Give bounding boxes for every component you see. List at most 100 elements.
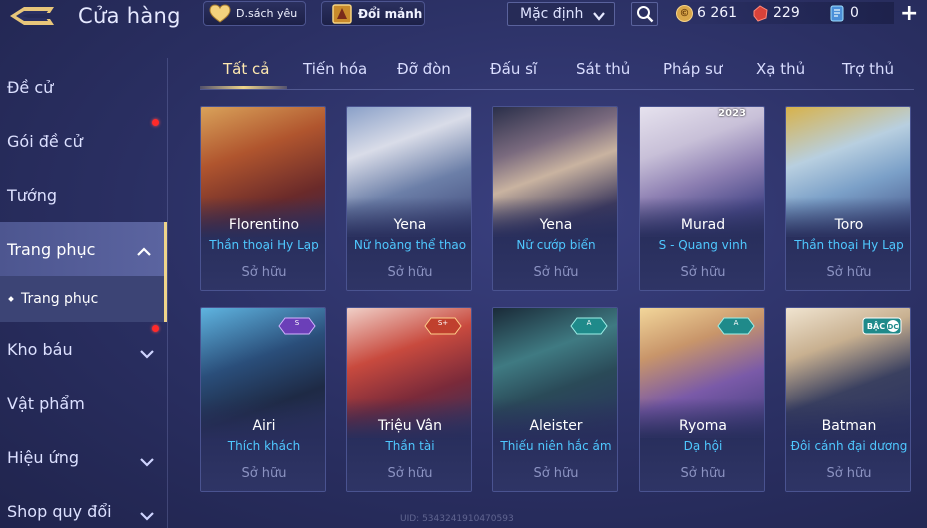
skin-card[interactable]: A Aleister Thiếu niên hắc ám Sở hữu	[492, 307, 618, 492]
tab-mage[interactable]: Pháp sư	[663, 60, 722, 78]
fragment-exchange-button[interactable]: Đổi mảnh	[321, 1, 425, 26]
tab-tank[interactable]: Đỡ đòn	[397, 60, 451, 78]
chevron-down-icon	[593, 9, 605, 25]
back-arrow-icon	[10, 7, 54, 25]
sidebar-item-label: Đề cử	[7, 77, 54, 97]
skin-card[interactable]: Toro Thần thoại Hy Lạp Sở hữu	[785, 106, 911, 291]
sidebar-item-effects[interactable]: Hiệu ứng	[0, 430, 167, 484]
skin-name: Nữ cướp biển	[516, 238, 596, 252]
year-badge: 2023	[718, 108, 746, 119]
chevron-down-icon	[140, 452, 154, 471]
sidebar-item-recommended[interactable]: Đề cử	[0, 60, 167, 114]
gold-coin-icon: ©	[676, 4, 693, 22]
hero-name: Murad	[680, 217, 726, 233]
owned-status: Sở hữu	[680, 265, 726, 280]
ruby-value: 229	[773, 5, 800, 21]
owned-status: Sở hữu	[826, 466, 872, 481]
sidebar-item-exchange-shop[interactable]: Shop quy đổi	[0, 484, 167, 528]
svg-text:BẬC: BẬC	[867, 321, 885, 331]
hero-name: Toro	[834, 217, 864, 233]
tier-badge: A	[570, 317, 608, 335]
skin-name: Thần thoại Hy Lạp	[794, 238, 904, 252]
sidebar-item-label: Trang phục	[7, 239, 96, 259]
sidebar-item-items[interactable]: Vật phẩm	[0, 376, 167, 430]
tier-badge: S	[278, 317, 316, 335]
tab-assassin[interactable]: Sát thủ	[576, 60, 630, 78]
sidebar-item-label: Hiệu ứng	[7, 447, 79, 467]
svg-text:A: A	[587, 319, 592, 327]
skin-name: Đôi cánh đại dương	[790, 439, 908, 453]
chevron-up-icon	[137, 242, 151, 261]
hero-name: Florentino	[228, 217, 300, 233]
skin-card[interactable]: S+ Triệu Vân Thần tài Sở hữu	[346, 307, 472, 492]
svg-text:S: S	[295, 319, 300, 327]
owned-status: Sở hữu	[241, 265, 287, 280]
skin-name: Nữ hoàng thể thao	[353, 238, 467, 252]
tier-badge: A	[717, 317, 755, 335]
tab-evolution[interactable]: Tiến hóa	[303, 60, 367, 78]
chevron-down-icon	[140, 506, 154, 525]
sidebar-subitem-label: Trang phục	[21, 291, 99, 307]
sidebar-item-label: Shop quy đổi	[7, 501, 112, 521]
sidebar-item-label: Gói đề cử	[7, 131, 83, 151]
svg-text:DC: DC	[888, 323, 899, 331]
sidebar-item-label: Kho báu	[7, 339, 73, 359]
owned-status: Sở hữu	[241, 466, 287, 481]
hero-name: Yena	[539, 217, 573, 233]
ruby-icon	[752, 4, 769, 22]
sort-value: Mặc định	[520, 6, 584, 22]
tab-marksman[interactable]: Xạ thủ	[756, 60, 805, 78]
skin-card[interactable]: A Ryoma Dạ hội Sở hữu	[639, 307, 765, 492]
ruby-currency: 229	[752, 2, 800, 24]
skin-card[interactable]: Yena Nữ hoàng thể thao Sở hữu	[346, 106, 472, 291]
wishlist-label: D.sách yêu	[236, 7, 298, 20]
search-button[interactable]	[631, 2, 658, 26]
user-id-watermark: UID: 5343241910470593	[400, 514, 514, 524]
owned-status: Sở hữu	[387, 466, 433, 481]
chevron-down-icon	[140, 344, 154, 363]
skin-card[interactable]: BẬC DC Batman Đôi cánh đại dương Sở hữu	[785, 307, 911, 492]
svg-text:S+: S+	[438, 319, 448, 327]
top-bar: Cửa hàng D.sách yêu Đổi mảnh Mặc định © …	[0, 0, 927, 30]
voucher-value: 0	[850, 5, 859, 21]
tab-all[interactable]: Tất cả	[223, 60, 269, 78]
sidebar-divider	[167, 58, 168, 528]
notification-dot	[152, 119, 159, 126]
heart-icon	[208, 3, 232, 25]
gold-currency: © 6 261	[676, 2, 737, 24]
skin-name: S - Quang vinh	[658, 238, 748, 252]
tab-fighter[interactable]: Đấu sĩ	[490, 60, 537, 78]
hero-name: Ryoma	[678, 418, 728, 434]
sidebar-item-bundles[interactable]: Gói đề cử	[0, 114, 167, 168]
fragment-icon	[330, 3, 354, 25]
sidebar-subitem-skins[interactable]: Trang phục	[0, 276, 167, 322]
skin-name: Dạ hội	[683, 439, 723, 453]
active-tab-indicator	[200, 86, 287, 89]
add-currency-button[interactable]: +	[900, 1, 918, 26]
back-button[interactable]	[8, 4, 58, 28]
hero-name: Aleister	[529, 418, 583, 434]
hero-name: Yena	[393, 217, 427, 233]
sidebar-item-heroes[interactable]: Tướng	[0, 168, 167, 222]
skin-name: Thần thoại Hy Lạp	[209, 238, 319, 252]
owned-status: Sở hữu	[533, 265, 579, 280]
hero-name: Airi	[252, 418, 276, 434]
tab-support[interactable]: Trợ thủ	[842, 60, 894, 78]
sidebar-item-treasure[interactable]: Kho báu	[0, 322, 167, 376]
skin-card[interactable]: Florentino Thần thoại Hy Lạp Sở hữu	[200, 106, 326, 291]
hero-name: Triệu Vân	[377, 418, 443, 434]
sidebar-item-skins[interactable]: Trang phục	[0, 222, 167, 276]
sort-dropdown[interactable]: Mặc định	[507, 2, 615, 26]
tier-badge: S+	[424, 317, 462, 335]
skin-name: Thiếu niên hắc ám	[500, 439, 612, 453]
wishlist-button[interactable]: D.sách yêu	[203, 1, 306, 26]
voucher-currency: 0	[829, 2, 859, 24]
skin-card[interactable]: 2023 Murad S - Quang vinh Sở hữu	[639, 106, 765, 291]
voucher-icon	[829, 5, 846, 22]
sidebar-item-label: Tướng	[7, 185, 57, 205]
hero-name: Batman	[821, 418, 877, 434]
skin-card[interactable]: S Airi Thích khách Sở hữu	[200, 307, 326, 492]
skin-name: Thần tài	[385, 439, 435, 453]
sidebar-item-label: Vật phẩm	[7, 393, 85, 413]
skin-card[interactable]: Yena Nữ cướp biển Sở hữu	[492, 106, 618, 291]
